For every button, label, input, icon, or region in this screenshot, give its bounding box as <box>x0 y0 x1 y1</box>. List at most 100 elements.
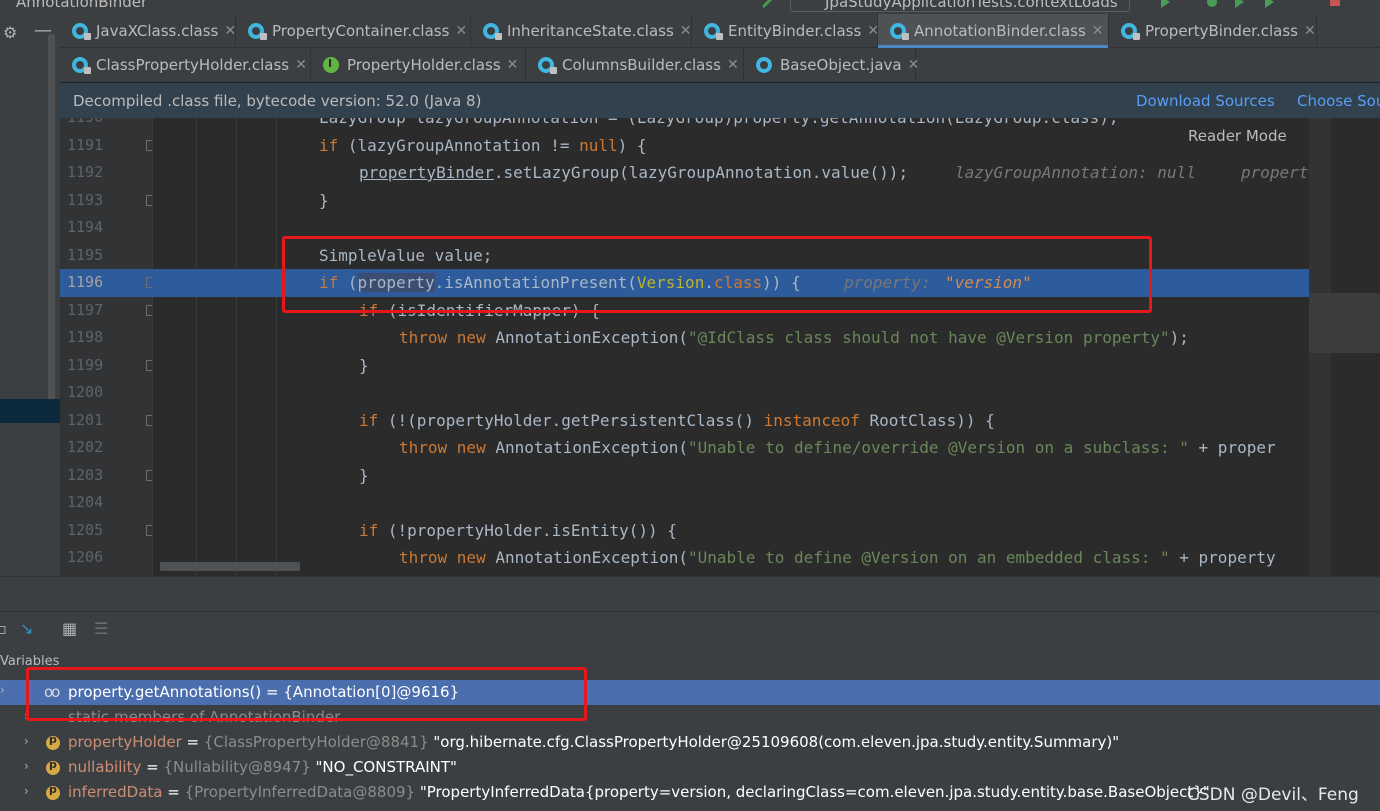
variable-eq: = <box>162 783 185 801</box>
tab-label: PropertyContainer.class <box>272 22 450 40</box>
code-text: AnnotationException( <box>485 438 688 457</box>
code-text: (lazyGroupAnnotation != <box>338 136 580 155</box>
variable-row-inferreddata[interactable]: › inferredData = {PropertyInferredData@8… <box>0 780 1380 805</box>
tab-propertyholder[interactable]: PropertyHolder.class ✕ <box>311 48 526 82</box>
gutter-line: 1205 <box>60 517 152 545</box>
close-icon[interactable]: ✕ <box>455 23 467 39</box>
tab-propertybinder[interactable]: PropertyBinder.class ✕ <box>1109 14 1317 48</box>
coverage-icon[interactable] <box>1232 0 1246 8</box>
tab-label: ColumnsBuilder.class <box>562 56 721 74</box>
field-icon <box>46 758 60 775</box>
line-number: 1196 <box>67 273 104 291</box>
close-icon[interactable]: ✕ <box>1092 23 1104 39</box>
editor-tabs-row-2: ClassPropertyHolder.class ✕ PropertyHold… <box>60 48 1380 82</box>
code-keyword: throw new <box>399 548 486 567</box>
frames-icon[interactable]: ▫ <box>0 619 7 638</box>
line-number: 1192 <box>67 163 104 181</box>
variable-row-nullability[interactable]: › nullability = {Nullability@8947} "NO_C… <box>0 755 1380 780</box>
code-line-1201: if (!(propertyHolder.getPersistentClass(… <box>152 407 1309 435</box>
choose-sources-link[interactable]: Choose Sou <box>1297 92 1380 110</box>
close-icon[interactable]: ✕ <box>680 23 692 39</box>
code-text: } <box>359 466 369 485</box>
code-text: + proper <box>1188 438 1276 457</box>
tab-propertycontainer[interactable]: PropertyContainer.class ✕ <box>236 14 471 48</box>
tab-label: InheritanceState.class <box>507 22 674 40</box>
code-line-1199: } <box>152 352 1309 380</box>
build-hammer-icon[interactable] <box>760 0 774 8</box>
tab-label: AnnotationBinder.class <box>914 22 1086 40</box>
gear-icon[interactable]: ⚙ <box>3 23 17 42</box>
gutter-line: 1190 <box>60 118 152 132</box>
tab-columnsbuilder[interactable]: ColumnsBuilder.class ✕ <box>526 48 744 82</box>
download-sources-link[interactable]: Download Sources <box>1136 92 1275 110</box>
code-keyword: throw new <box>399 438 486 457</box>
code-text: AnnotationException( <box>485 328 688 347</box>
reader-mode-toggle[interactable]: Reader Mode <box>1175 120 1309 150</box>
tab-label: ClassPropertyHolder.class <box>96 56 290 74</box>
class-locked-icon <box>890 23 909 40</box>
variable-eq: = <box>181 733 204 751</box>
variable-eq: = <box>141 758 164 776</box>
code-text: .setLazyGroup(lazyGroupAnnotation.value(… <box>493 163 909 182</box>
run-configuration-selector[interactable]: JpaStudyApplicationTests.contextLoads <box>790 0 1130 12</box>
stop-icon[interactable] <box>1328 0 1342 8</box>
variable-type: {Nullability@8947} <box>163 758 311 776</box>
editor-error-stripe[interactable] <box>1309 118 1380 576</box>
close-icon[interactable]: ✕ <box>1304 23 1316 39</box>
class-locked-icon <box>1121 23 1140 40</box>
evaluate-table-icon[interactable]: ▦ <box>62 619 77 638</box>
class-locked-icon <box>72 23 91 40</box>
close-icon[interactable]: ✕ <box>224 23 236 39</box>
code-line-1202: throw new AnnotationException("Unable to… <box>152 434 1309 462</box>
tab-annotationbinder[interactable]: AnnotationBinder.class ✕ <box>878 14 1109 48</box>
class-locked-icon <box>538 57 557 74</box>
horizontal-scrollbar[interactable] <box>160 562 300 571</box>
tab-javaxclass[interactable]: JavaXClass.class ✕ <box>60 14 236 48</box>
gutter-line-current: 1196 <box>60 269 152 297</box>
code-text: + property <box>1169 548 1276 567</box>
run-icon[interactable] <box>1158 0 1172 8</box>
tab-entitybinder[interactable]: EntityBinder.class ✕ <box>692 14 879 48</box>
code-keyword: if <box>319 136 339 155</box>
code-editor[interactable]: LazyGroup lazyGroupAnnotation = (LazyGro… <box>152 118 1309 576</box>
project-tool-window: ⚙ — <box>0 14 60 576</box>
variable-row-propertyholder[interactable]: › propertyHolder = {ClassPropertyHolder@… <box>0 730 1380 755</box>
code-text: ) { <box>617 136 647 155</box>
line-number: 1190 <box>67 118 103 126</box>
line-number: 1203 <box>67 466 104 484</box>
tab-classpropertyholder[interactable]: ClassPropertyHolder.class ✕ <box>60 48 311 82</box>
debug-toolbar <box>0 611 1380 643</box>
profile-icon[interactable] <box>1262 0 1276 8</box>
tab-inheritancestate[interactable]: InheritanceState.class ✕ <box>471 14 692 48</box>
project-selected-item[interactable] <box>0 399 60 423</box>
tab-baseobject[interactable]: BaseObject.java ✕ <box>744 48 919 82</box>
project-scrollbar[interactable] <box>48 34 55 409</box>
gutter-line: 1192 <box>60 159 152 187</box>
line-number: 1205 <box>67 521 104 539</box>
close-icon[interactable]: ✕ <box>727 57 739 73</box>
line-number: 1197 <box>67 301 104 319</box>
close-icon[interactable]: ✕ <box>507 57 519 73</box>
code-line-1190: LazyGroup lazyGroupAnnotation = (LazyGro… <box>152 118 1309 132</box>
gutter-line: 1204 <box>60 489 152 517</box>
code-variable: propertyBinder <box>359 163 494 182</box>
gutter-line: 1197 <box>60 297 152 325</box>
step-into-icon[interactable]: ↘ <box>20 619 33 638</box>
tab-label: PropertyBinder.class <box>1145 22 1298 40</box>
expand-chevron-icon[interactable]: › <box>24 734 29 748</box>
decompiled-notice-banner: Decompiled .class file, bytecode version… <box>60 82 1380 118</box>
variable-value: "PropertyInferredData{property=version, … <box>415 783 1210 801</box>
editor-gutter[interactable]: 1190 1191 1192 1193 1194 1195 1196 1197 … <box>60 118 152 576</box>
expand-chevron-icon[interactable]: › <box>24 759 29 773</box>
minimap-viewport[interactable] <box>1309 293 1380 353</box>
expand-chevron-icon[interactable]: › <box>24 784 29 798</box>
watermark: CSDN @Devil、Feng <box>1187 785 1359 805</box>
settings-list-icon[interactable]: ☰ <box>94 619 108 638</box>
gutter-line: 1206 <box>60 544 152 572</box>
close-icon[interactable]: ✕ <box>295 57 307 73</box>
class-locked-icon <box>704 23 723 40</box>
close-icon[interactable]: ✕ <box>908 57 920 73</box>
debug-icon[interactable] <box>1205 0 1219 8</box>
inline-debug-value: propert <box>1241 163 1309 182</box>
variable-name: inferredData <box>68 783 163 801</box>
